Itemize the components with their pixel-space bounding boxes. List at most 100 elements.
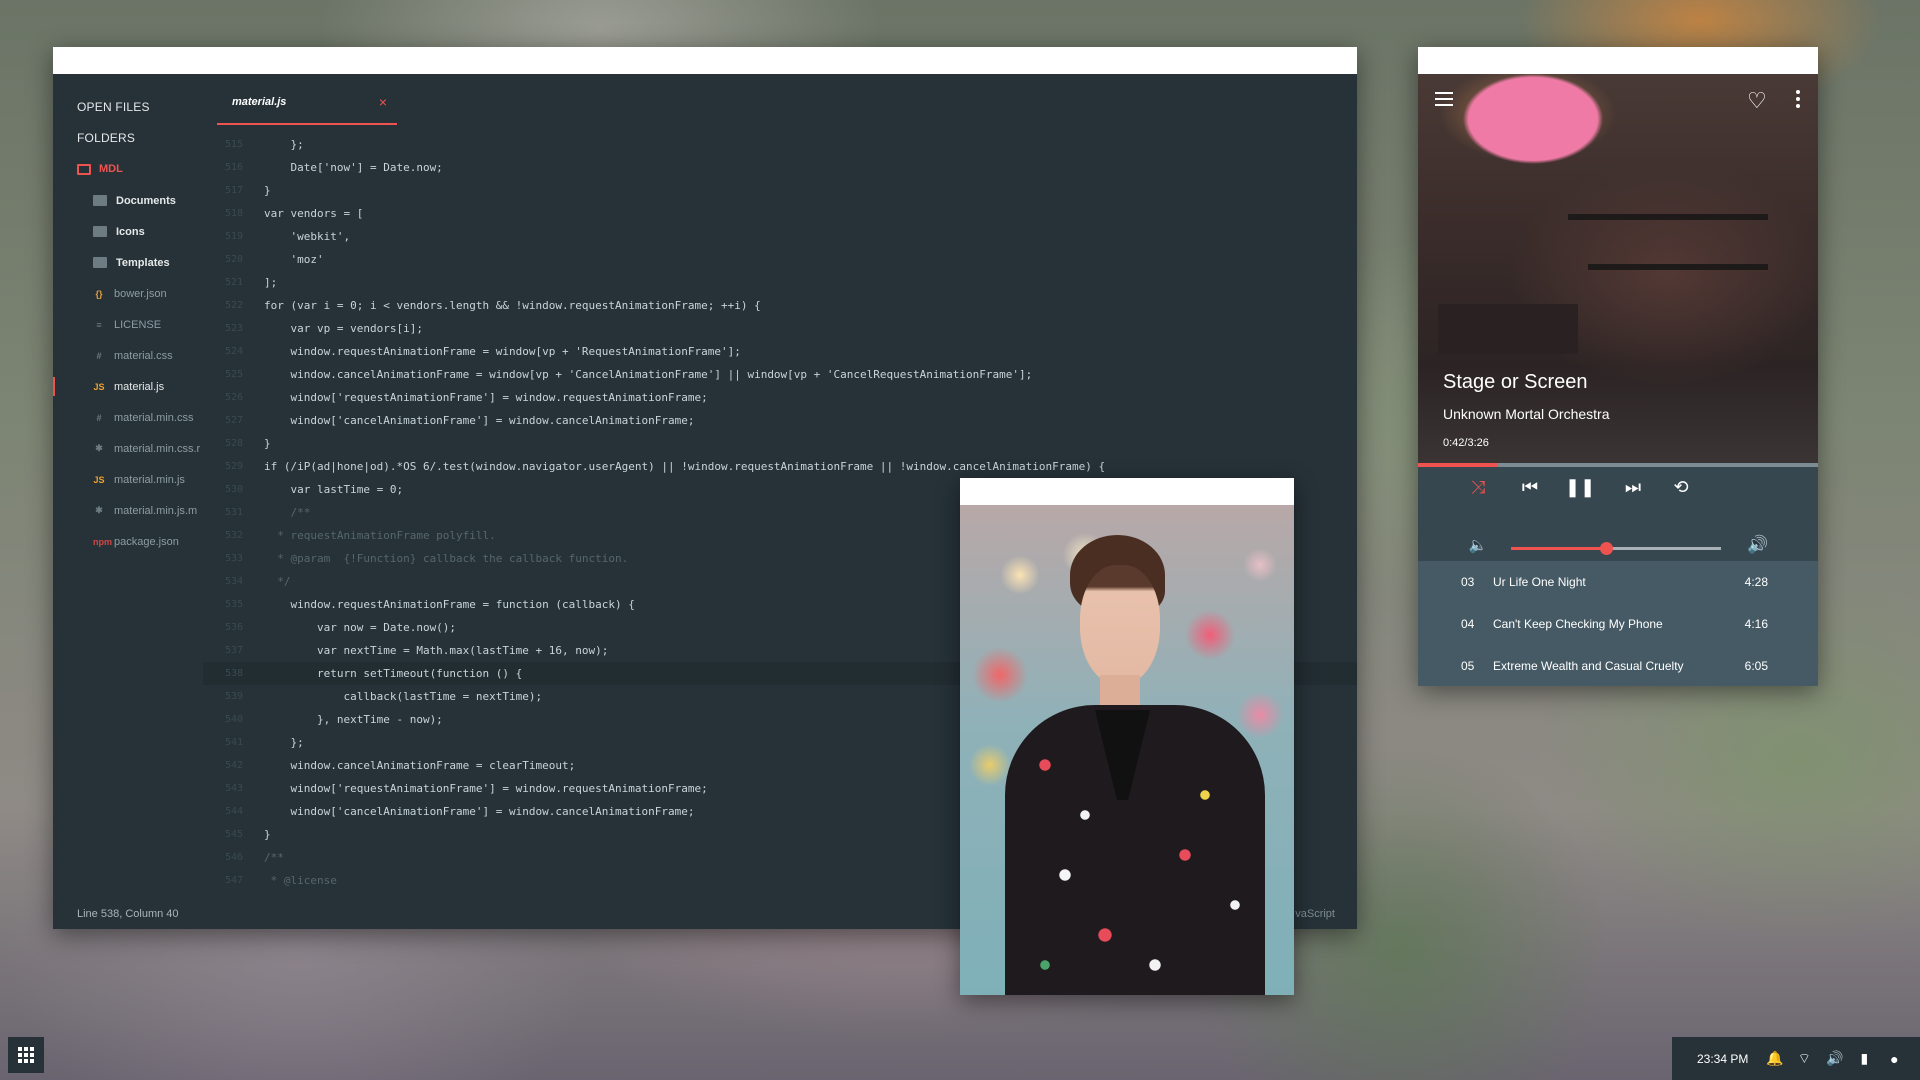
code-text: * requestAnimationFrame polyfill.	[264, 529, 496, 542]
volume-slider[interactable]	[1511, 542, 1721, 555]
code-line[interactable]: 518 var vendors = [	[203, 202, 1357, 225]
code-text: ];	[264, 276, 278, 289]
track-duration: 4:16	[1744, 617, 1768, 631]
sidebar-item-label: Templates	[116, 256, 170, 269]
player-titlebar[interactable]	[1418, 47, 1818, 74]
map-file-icon: ✱	[95, 505, 103, 515]
code-text: window.cancelAnimationFrame = window[vp …	[264, 368, 1033, 381]
code-line[interactable]: 528}	[203, 432, 1357, 455]
track-title: Extreme Wealth and Casual Cruelty	[1493, 659, 1684, 673]
folders-header[interactable]: FOLDERS	[53, 123, 203, 154]
sidebar-item-license[interactable]: ≡ LICENSE	[53, 309, 203, 340]
system-tray: 23:34 PM 🔔 ⌔ 🔊 ▮ ●	[1672, 1037, 1920, 1080]
photo-viewer-window	[960, 478, 1294, 995]
sidebar-item-material-min-css-r[interactable]: ✱ material.min.css.r	[53, 433, 203, 464]
code-text: 'moz'	[264, 253, 324, 266]
album-console	[1438, 304, 1578, 354]
code-line[interactable]: 521];	[203, 271, 1357, 294]
clock[interactable]: 23:34 PM	[1697, 1052, 1748, 1066]
sidebar-item-label: material.js	[114, 380, 165, 393]
line-number: 545	[224, 829, 243, 840]
account-icon[interactable]: ●	[1886, 1051, 1902, 1067]
track-number: 04	[1461, 617, 1475, 631]
sidebar-item-templates[interactable]: Templates	[53, 247, 203, 278]
code-line[interactable]: 517}	[203, 179, 1357, 202]
notification-bell-icon[interactable]: 🔔	[1766, 1050, 1783, 1067]
line-number: 537	[224, 645, 243, 656]
code-line[interactable]: 519 'webkit',	[203, 225, 1357, 248]
sidebar-item-label: material.min.css.r	[114, 442, 201, 455]
music-player-window: ♡ Stage or Screen Unknown Mortal Orchest…	[1418, 47, 1818, 686]
sidebar-item-material-css[interactable]: # material.css	[53, 340, 203, 371]
shuffle-icon[interactable]: ⤨	[1463, 477, 1493, 498]
track-number: 03	[1461, 575, 1475, 589]
code-text: for (var i = 0; i < vendors.length && !w…	[264, 299, 761, 312]
code-line[interactable]: 524 window.requestAnimationFrame = windo…	[203, 340, 1357, 363]
line-number: 517	[224, 185, 243, 196]
app-launcher-button[interactable]	[8, 1037, 44, 1073]
volume-up-icon[interactable]: 🔊	[1743, 535, 1773, 555]
pause-icon[interactable]: ❚❚	[1565, 477, 1595, 498]
code-text: window['cancelAnimationFrame'] = window.…	[264, 805, 695, 818]
code-text: Date['now'] = Date.now;	[264, 161, 443, 174]
line-number: 521	[224, 277, 243, 288]
battery-icon[interactable]: ▮	[1856, 1050, 1872, 1067]
volume-mute-icon[interactable]: 🔈	[1463, 536, 1493, 554]
code-line[interactable]: 520 'moz'	[203, 248, 1357, 271]
code-line[interactable]: 529 if (/iP(ad|hone|od).*OS 6/.test(windo…	[203, 455, 1357, 478]
sidebar-item-material-js[interactable]: JS material.js	[53, 371, 203, 402]
editor-titlebar[interactable]	[53, 47, 1357, 74]
code-text: var vp = vendors[i];	[264, 322, 423, 335]
sidebar-item-material-min-js-m[interactable]: ✱ material.min.js.m	[53, 495, 203, 526]
volume-icon[interactable]: 🔊	[1826, 1050, 1843, 1067]
code-text: 'webkit',	[264, 230, 351, 243]
sidebar-item-documents[interactable]: Documents	[53, 185, 203, 216]
language-mode[interactable]: vaScript	[1295, 908, 1335, 920]
root-folder-label: MDL	[99, 163, 123, 175]
code-line[interactable]: 523 var vp = vendors[i];	[203, 317, 1357, 340]
track-row[interactable]: 04 Can't Keep Checking My Phone 4:16	[1418, 603, 1818, 645]
heart-icon[interactable]: ♡	[1747, 88, 1767, 114]
menu-icon[interactable]	[1435, 92, 1453, 110]
more-vert-icon[interactable]	[1796, 90, 1800, 111]
track-row[interactable]: 03 Ur Life One Night 4:28	[1418, 561, 1818, 603]
code-line[interactable]: 516 Date['now'] = Date.now;	[203, 156, 1357, 179]
volume-knob[interactable]	[1599, 542, 1613, 555]
track-row[interactable]: 05 Extreme Wealth and Casual Cruelty 6:05	[1418, 645, 1818, 686]
code-text: callback(lastTime = nextTime);	[264, 690, 543, 703]
js-file-icon: JS	[93, 381, 105, 392]
sidebar-item-icons[interactable]: Icons	[53, 216, 203, 247]
photo-titlebar[interactable]	[960, 478, 1294, 505]
code-line[interactable]: 525 window.cancelAnimationFrame = window…	[203, 363, 1357, 386]
line-number: 518	[224, 208, 243, 219]
tab-material-js[interactable]: material.js ×	[217, 74, 397, 125]
sidebar-item-bower-json[interactable]: {} bower.json	[53, 278, 203, 309]
code-text: };	[264, 138, 304, 151]
line-number: 541	[224, 737, 243, 748]
line-number: 547	[224, 875, 243, 886]
code-text: };	[264, 736, 304, 749]
sidebar-item-material-min-js[interactable]: JS material.min.js	[53, 464, 203, 495]
skip-next-icon[interactable]: ⏭	[1618, 477, 1648, 498]
skip-previous-icon[interactable]: ⏮	[1515, 477, 1545, 498]
sidebar-item-label: Icons	[116, 225, 145, 238]
song-time: 0:42/3:26	[1443, 437, 1489, 449]
wifi-icon[interactable]: ⌔	[1796, 1050, 1812, 1068]
line-number: 522	[224, 300, 243, 311]
code-text: if (/iP(ad|hone|od).*OS 6/.test(window.n…	[264, 460, 1106, 473]
track-number: 05	[1461, 659, 1475, 673]
sidebar-item-material-min-css[interactable]: # material.min.css	[53, 402, 203, 433]
code-line[interactable]: 515 };	[203, 133, 1357, 156]
line-number: 523	[224, 323, 243, 334]
open-files-header[interactable]: OPEN FILES	[53, 92, 203, 123]
sidebar-item-package-json[interactable]: npm package.json	[53, 526, 203, 557]
repeat-icon[interactable]: ⟲	[1666, 477, 1696, 498]
code-line[interactable]: 527 window['cancelAnimationFrame'] = win…	[203, 409, 1357, 432]
code-line[interactable]: 522 for (var i = 0; i < vendors.length &&…	[203, 294, 1357, 317]
map-file-icon: ✱	[95, 443, 103, 453]
root-folder-mdl[interactable]: MDL	[53, 154, 203, 185]
line-number: 525	[224, 369, 243, 380]
sidebar-item-label: package.json	[114, 535, 179, 548]
close-icon[interactable]: ×	[379, 94, 387, 110]
code-line[interactable]: 526 window['requestAnimationFrame'] = wi…	[203, 386, 1357, 409]
